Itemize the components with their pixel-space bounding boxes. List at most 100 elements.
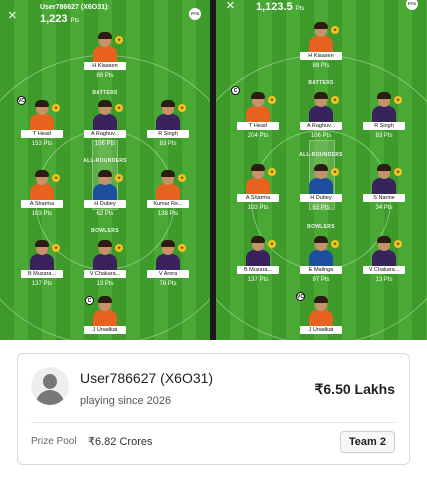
player-avatar: ★ xyxy=(90,100,123,130)
player-name: T Head xyxy=(21,130,63,138)
player-avatar: ★ xyxy=(306,92,339,122)
player-points: 137 Pts xyxy=(247,277,269,283)
player-card[interactable]: ★ S Narine 34 Pts xyxy=(357,164,411,211)
player-points: 204 Pts xyxy=(247,133,269,139)
player-name: A Sharma xyxy=(21,200,63,208)
card-username: User786627 (X6O31) xyxy=(80,370,214,386)
star-icon: ★ xyxy=(52,244,60,252)
player-name: H Klaasen xyxy=(84,62,126,70)
section-batters: BATTERS xyxy=(308,80,334,86)
player-name: H Dubey xyxy=(300,194,342,202)
player-card[interactable]: ★ C T Head 204 Pts xyxy=(231,86,285,139)
captain-badge: C xyxy=(231,86,240,95)
prize-pool-value: ₹6.82 Crores xyxy=(88,436,153,448)
team-tag: T2 xyxy=(102,5,110,11)
player-card[interactable]: ★ V Arora 78 Pts xyxy=(141,240,195,287)
player-card[interactable]: ★ Kumar Re... 138 Pts xyxy=(141,170,195,217)
player-card[interactable]: ★ H Klaasen 88 Pts xyxy=(294,22,348,69)
team-previews: × User786627 (X6O31) T2 1,223 Pts PTS BA… xyxy=(0,0,427,340)
player-avatar: ★ xyxy=(90,240,123,270)
player-avatar: ★ xyxy=(306,236,339,266)
player-card[interactable]: ★ A Raghuv... 106 Pts xyxy=(78,100,132,147)
player-card[interactable]: ★ R Singh 83 Pts xyxy=(357,92,411,139)
player-avatar: ★ xyxy=(27,170,60,200)
player-points: 106 Pts xyxy=(94,141,116,147)
team-owner-name: User786627 (X6O31) xyxy=(40,4,108,11)
player-name: R Singh xyxy=(363,122,405,130)
player-card[interactable]: ★ A Raghuv... 106 Pts xyxy=(294,92,348,139)
player-card[interactable]: VC J Unadkat xyxy=(294,292,348,334)
star-icon: ★ xyxy=(178,174,186,182)
player-points: 103 Pts xyxy=(31,211,53,217)
player-points: 138 Pts xyxy=(157,211,179,217)
player-name: V Chakara... xyxy=(363,266,405,274)
player-name: J Unadkat xyxy=(300,326,342,334)
section-batters: BATTERS xyxy=(92,90,118,96)
player-card[interactable]: C J Unadkat xyxy=(78,296,132,334)
player-card[interactable]: ★ H Klaasen 88 Pts xyxy=(78,32,132,79)
team-total-points: 1,223 Pts xyxy=(40,13,80,25)
player-avatar: ★ xyxy=(90,32,123,62)
player-name: H Dubey xyxy=(84,200,126,208)
player-card[interactable]: ★ H Dubey 62 Pts xyxy=(294,164,348,211)
right-team-pitch: × 1,123.5 Pts PTS BATTERS ALL-ROUNDERS B… xyxy=(216,0,427,340)
star-icon: ★ xyxy=(268,168,276,176)
left-team-pitch: × User786627 (X6O31) T2 1,223 Pts PTS BA… xyxy=(0,0,210,340)
star-icon: ★ xyxy=(115,174,123,182)
player-avatar: ★ xyxy=(27,240,60,270)
star-icon: ★ xyxy=(394,168,402,176)
pts-logo-icon: PTS xyxy=(406,0,418,10)
star-icon: ★ xyxy=(331,168,339,176)
winnings-amount: ₹6.50 Lakhs xyxy=(314,381,395,397)
player-card[interactable]: ★ V Chakara... 13 Pts xyxy=(357,236,411,283)
star-icon: ★ xyxy=(331,26,339,34)
player-points: 88 Pts xyxy=(96,73,114,79)
player-name: R Singh xyxy=(147,130,189,138)
user-avatar-icon xyxy=(31,367,69,405)
player-avatar: ★ xyxy=(243,236,276,266)
player-points: 78 Pts xyxy=(159,281,177,287)
star-icon: ★ xyxy=(115,244,123,252)
player-name: E Malinga xyxy=(300,266,342,274)
player-card[interactable]: ★ B Muzara... 137 Pts xyxy=(231,236,285,283)
vice-captain-badge: VC xyxy=(296,292,305,301)
player-points: 62 Pts xyxy=(312,205,330,211)
player-card[interactable]: ★ E Malinga 97 Pts xyxy=(294,236,348,283)
player-points: 13 Pts xyxy=(375,277,393,283)
player-avatar: ★ xyxy=(90,170,123,200)
player-avatar: ★ xyxy=(369,92,402,122)
player-card[interactable]: ★ B Muzara... 137 Pts xyxy=(15,240,69,287)
player-avatar: ★ xyxy=(369,164,402,194)
team-badge[interactable]: Team 2 xyxy=(339,431,395,453)
player-card[interactable]: ★ A Sharma 103 Pts xyxy=(15,170,69,217)
player-avatar: ★ xyxy=(153,170,186,200)
player-name: Kumar Re... xyxy=(147,200,189,208)
player-avatar: ★ xyxy=(153,240,186,270)
close-icon[interactable]: × xyxy=(8,8,17,23)
player-name: H Klaasen xyxy=(300,52,342,60)
team-total-points: 1,123.5 Pts xyxy=(256,1,305,13)
player-card[interactable]: ★ V Chakara... 13 Pts xyxy=(78,240,132,287)
player-name: A Raghuv... xyxy=(300,122,342,130)
close-icon[interactable]: × xyxy=(226,0,235,13)
player-avatar: ★ xyxy=(306,164,339,194)
player-points: 137 Pts xyxy=(31,281,53,287)
player-card[interactable]: ★ R Singh 83 Pts xyxy=(141,100,195,147)
player-name: T Head xyxy=(237,122,279,130)
prize-pool-label: Prize Pool xyxy=(31,436,77,447)
section-allrounders: ALL-ROUNDERS xyxy=(299,152,343,158)
player-avatar: VC xyxy=(296,292,336,326)
star-icon: ★ xyxy=(268,96,276,104)
player-points: 83 Pts xyxy=(159,141,177,147)
player-card[interactable]: ★ A Sharma 103 Pts xyxy=(231,164,285,211)
player-name: A Sharma xyxy=(237,194,279,202)
star-icon: ★ xyxy=(331,240,339,248)
vice-captain-badge: VC xyxy=(17,96,26,105)
player-avatar: ★ xyxy=(369,236,402,266)
player-card[interactable]: ★ H Dubey 62 Pts xyxy=(78,170,132,217)
player-points: 13 Pts xyxy=(96,281,114,287)
player-points: 83 Pts xyxy=(375,133,393,139)
user-team-card[interactable]: User786627 (X6O31) playing since 2026 ₹6… xyxy=(17,353,410,465)
player-points: 88 Pts xyxy=(312,63,330,69)
player-card[interactable]: ★ VC T Head 153 Pts xyxy=(15,96,69,147)
